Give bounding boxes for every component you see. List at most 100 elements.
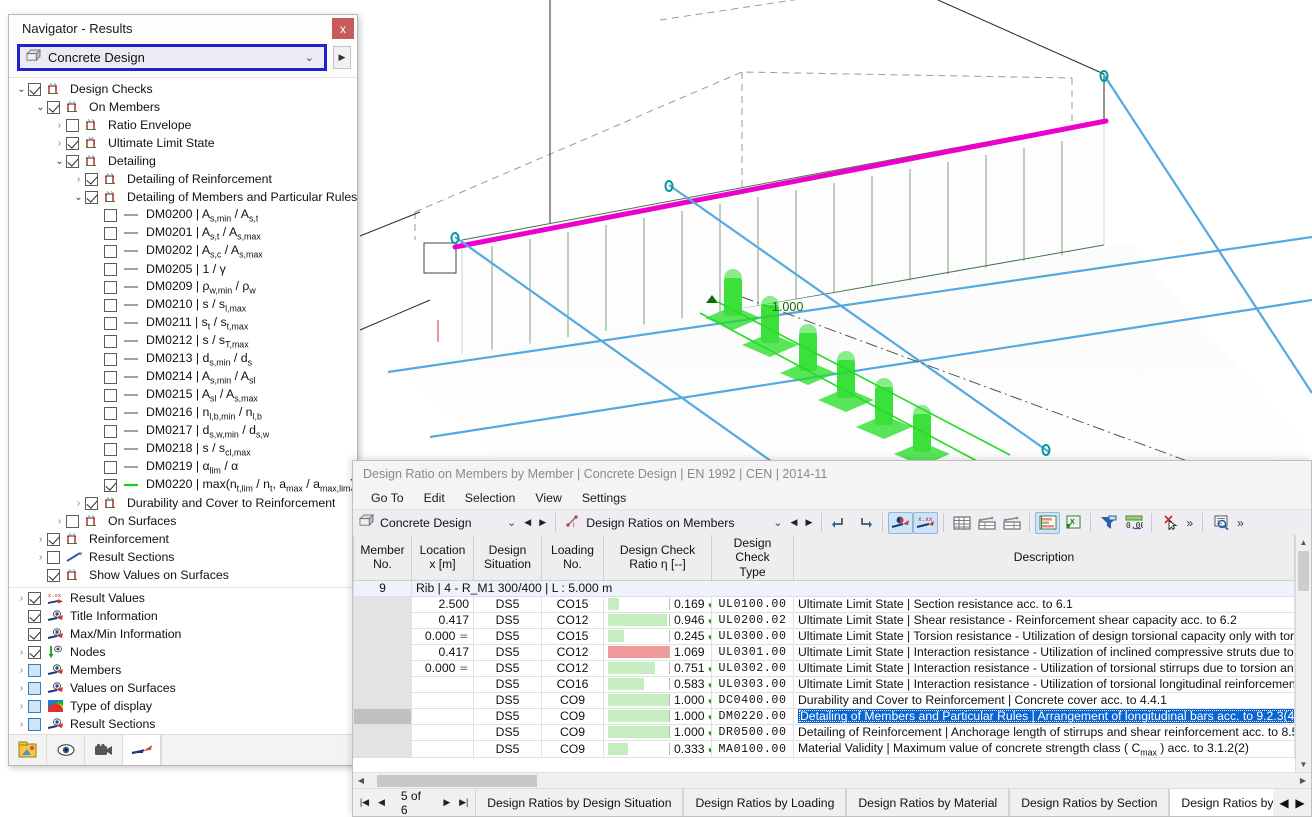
toolbar-addon-combobox[interactable]: Concrete Design — [357, 511, 507, 535]
tree-item-dm0200[interactable]: DM0200 | As,min / As,t — [9, 206, 357, 224]
cell-description[interactable]: Ultimate Limit State | Interaction resis… — [793, 675, 1295, 693]
checkbox-dm0210[interactable] — [104, 298, 117, 312]
tree-item-dm0219[interactable]: DM0219 | αlim / α — [9, 458, 357, 476]
redo-icon[interactable] — [852, 512, 877, 534]
tree-item-dm0213[interactable]: DM0213 | ds,min / ds — [9, 350, 357, 368]
checkbox-on-surfaces[interactable] — [66, 514, 79, 528]
column-header-member-no[interactable]: Member No. — [353, 535, 412, 581]
tree-item-ratio-envelope[interactable]: › Ratio Envelope — [9, 116, 357, 134]
tree-item-result-sections-2[interactable]: › Result Sections — [9, 715, 357, 733]
checkbox-nodes[interactable] — [28, 645, 41, 659]
cell-design-situation[interactable]: DS5 — [473, 675, 542, 693]
checkbox-result-values[interactable] — [28, 591, 41, 605]
cell-design-check-type[interactable]: DC0400.00 — [711, 691, 794, 709]
chevron-right-icon[interactable]: › — [15, 665, 28, 676]
tree-item-dm0212[interactable]: DM0212 | s / sT,max — [9, 332, 357, 350]
cell-design-check-type[interactable]: UL0300.00 — [711, 627, 794, 645]
tab-scroll-left-icon[interactable]: ◀ — [1277, 793, 1291, 813]
cell-loading-no[interactable]: CO12 — [541, 659, 604, 677]
tree-item-on-members[interactable]: ⌄ On Members — [9, 98, 357, 116]
row-header[interactable] — [353, 739, 412, 759]
cell-loading-no[interactable]: CO15 — [541, 627, 604, 645]
cell-design-check-type[interactable]: DM0220.00 — [711, 707, 794, 725]
cell-description[interactable]: Durability and Cover to Reinforcement | … — [793, 691, 1295, 709]
cell-design-situation[interactable]: DS5 — [473, 707, 542, 725]
chevron-right-icon[interactable]: › — [15, 701, 28, 712]
chevron-right-icon[interactable]: › — [34, 534, 47, 545]
results-table[interactable]: Member No. Location x [m] Design Situation Loa… — [353, 535, 1295, 772]
checkbox-dm0214[interactable] — [104, 370, 117, 384]
chevron-down-icon[interactable]: ⌄ — [72, 192, 85, 203]
tree-item-result-values[interactable]: › x.xx Result Values — [9, 587, 357, 607]
table-member-icon[interactable] — [974, 512, 999, 534]
cell-description[interactable]: Ultimate Limit State | Section resistanc… — [793, 595, 1295, 613]
chevron-down-icon[interactable]: ⌄ — [507, 516, 516, 529]
cell-loading-no[interactable]: CO16 — [541, 675, 604, 693]
navigator-bottom-tabs[interactable] — [9, 734, 357, 765]
tab-scroll-buttons[interactable]: ◀ ▶ — [1273, 789, 1311, 816]
cell-description[interactable]: Detailing of Reinforcement | Anchorage l… — [793, 723, 1295, 741]
tree-item-dm0205[interactable]: DM0205 | 1 / γ — [9, 260, 357, 278]
tree-item-type-of-display[interactable]: › Type of display — [9, 697, 357, 715]
checkbox-result-sections[interactable] — [47, 550, 60, 564]
filter-icon[interactable] — [1096, 512, 1121, 534]
tree-item-result-sections[interactable]: › Result Sections — [9, 548, 357, 566]
cell-design-check-ratio[interactable]: 0.751✔ — [603, 659, 712, 677]
result-prev-button[interactable]: ◀ — [786, 517, 801, 528]
cell-design-check-type[interactable]: MA0100.00 — [711, 739, 794, 759]
row-header[interactable] — [353, 659, 412, 677]
row-header[interactable] — [353, 595, 412, 613]
cell-design-check-ratio[interactable]: 0.333✔ — [603, 739, 712, 759]
checkbox-dm0213[interactable] — [104, 352, 117, 366]
chevron-right-icon[interactable]: › — [53, 138, 66, 149]
scroll-up-icon[interactable]: ▲ — [1296, 535, 1311, 550]
column-header-design-check-type[interactable]: Design Check Type — [711, 535, 794, 581]
table-tabbar[interactable]: |◀ ◀ 5 of 6 ▶ ▶| Design Ratios by Design… — [353, 788, 1311, 817]
tree-item-dm0210[interactable]: DM0210 | s / sl,max — [9, 296, 357, 314]
export-excel-icon[interactable]: X — [1060, 512, 1085, 534]
cell-design-situation[interactable]: DS5 — [473, 723, 542, 741]
table-row[interactable]: 2.500DS5CO150.169✔UL0100.00Ultimate Limi… — [353, 595, 1295, 613]
column-header-design-situation[interactable]: Design Situation — [473, 535, 542, 581]
scroll-down-icon[interactable]: ▼ — [1296, 757, 1311, 772]
checkbox-dm0220[interactable] — [104, 478, 117, 492]
cell-design-situation[interactable]: DS5 — [473, 611, 542, 629]
hscroll-thumb[interactable] — [377, 774, 537, 787]
tab-design-ratios-by-section[interactable]: Design Ratios by Section — [1009, 789, 1170, 816]
chevron-right-icon[interactable]: › — [15, 719, 28, 730]
results-table-menubar[interactable]: Go To Edit Selection View Settings — [353, 487, 1311, 509]
project-navigator-tab[interactable] — [9, 735, 47, 765]
menu-go-to[interactable]: Go To — [361, 490, 414, 506]
result-next-button[interactable]: ▶ — [801, 517, 816, 528]
menu-edit[interactable]: Edit — [414, 490, 455, 506]
cell-location[interactable] — [411, 691, 474, 709]
table-group-row[interactable]: 9 Rib | 4 - R_M1 300/400 | L : 5.000 m — [353, 579, 1295, 597]
chevron-down-icon[interactable]: ⌄ — [34, 102, 47, 113]
chevron-right-icon[interactable]: › — [72, 498, 85, 509]
cell-design-check-type[interactable]: DR0500.00 — [711, 723, 794, 741]
page-prev-button[interactable]: ◀ — [374, 793, 389, 813]
cell-design-check-ratio[interactable]: 1.069❗ — [603, 643, 712, 661]
table-member2-icon[interactable] — [999, 512, 1024, 534]
cell-description[interactable]: Ultimate Limit State | Torsion resistanc… — [793, 627, 1295, 645]
cell-location[interactable] — [411, 675, 474, 693]
tree-item-members[interactable]: › Members — [9, 661, 357, 679]
undo-icon[interactable] — [827, 512, 852, 534]
chevron-down-icon[interactable]: ⌄ — [773, 516, 782, 529]
find-icon[interactable] — [1208, 512, 1233, 534]
checkbox-result-sections-2[interactable] — [28, 717, 41, 731]
results-navigator-tab[interactable] — [123, 735, 161, 765]
table-row[interactable]: DS5CO91.000✔DR0500.00Detailing of Reinfo… — [353, 723, 1295, 741]
cell-location[interactable]: 2.500 — [411, 595, 474, 613]
cell-loading-no[interactable]: CO9 — [541, 707, 604, 725]
table-full-icon[interactable] — [949, 512, 974, 534]
chevron-down-icon[interactable]: ⌄ — [305, 51, 314, 64]
navigator-results-window[interactable]: Navigator - Results x Concrete Design ⌄ … — [8, 14, 358, 766]
tree-item-dm0218[interactable]: DM0218 | s / scl,max — [9, 440, 357, 458]
menu-view[interactable]: View — [525, 490, 571, 506]
table-row[interactable]: 0.417DS5CO121.069❗UL0301.00Ultimate Limi… — [353, 643, 1295, 661]
tree-item-max-min-information[interactable]: Max/Min Information — [9, 625, 357, 643]
chevron-right-icon[interactable]: › — [15, 593, 28, 604]
checkbox-dm0215[interactable] — [104, 388, 117, 402]
chevron-down-icon[interactable]: ⌄ — [53, 156, 66, 167]
